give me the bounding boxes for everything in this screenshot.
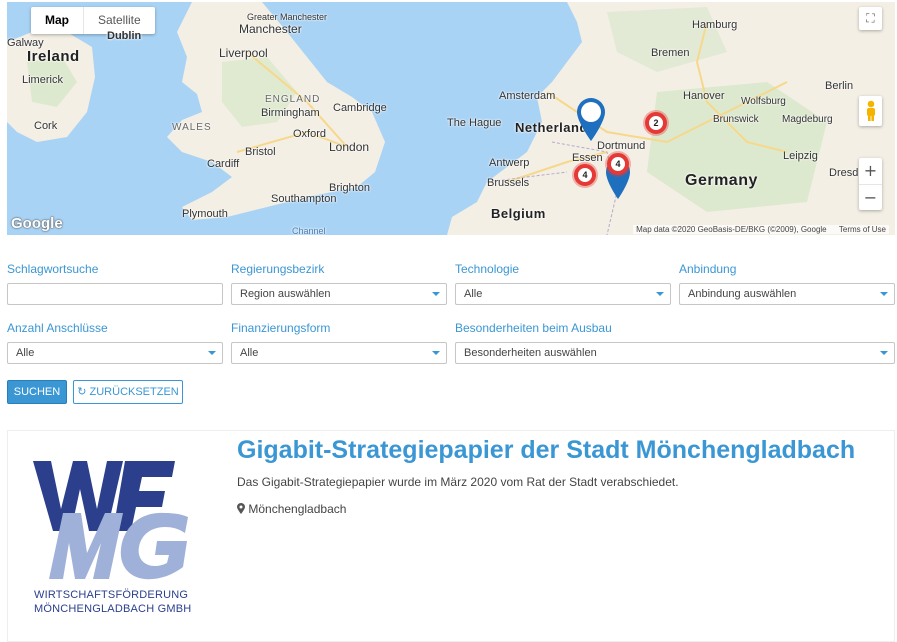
map-label-oxford: Oxford bbox=[293, 128, 327, 140]
cluster-marker-2[interactable]: 2 bbox=[645, 112, 667, 134]
keyword-input[interactable] bbox=[7, 283, 223, 305]
district-select-value: Region auswählen bbox=[240, 288, 331, 300]
keyword-label: Schlagwortsuche bbox=[7, 262, 99, 276]
map-label-southampton: Southampton bbox=[271, 193, 337, 205]
chevron-down-icon bbox=[432, 292, 440, 296]
result-description: Das Gigabit-Strategiepapier wurde im Mär… bbox=[237, 475, 679, 489]
map-label-wolfsburg: Wolfsburg bbox=[741, 96, 786, 107]
logo-line-1: WIRTSCHAFTSFÖRDERUNG bbox=[34, 589, 189, 601]
map-label-plymouth: Plymouth bbox=[182, 208, 228, 220]
technology-select-value: Alle bbox=[464, 288, 483, 300]
map-label-galway: Galway bbox=[7, 37, 44, 49]
fullscreen-button[interactable]: ⛶ bbox=[859, 7, 882, 30]
map-attribution-text: Map data ©2020 GeoBasis-DE/BKG (©2009), … bbox=[636, 225, 827, 234]
reset-button-label: ZURÜCKSETZEN bbox=[89, 386, 179, 398]
chevron-down-icon bbox=[880, 351, 888, 355]
map-view[interactable]: Map Satellite Ireland Galway Dublin Lime… bbox=[7, 2, 895, 235]
map-label-hanover: Hanover bbox=[683, 90, 725, 102]
special-label: Besonderheiten beim Ausbau bbox=[455, 321, 612, 335]
map-label-amsterdam: Amsterdam bbox=[499, 90, 556, 102]
zoom-out-button[interactable]: − bbox=[859, 183, 882, 211]
map-label-brunswick: Brunswick bbox=[713, 114, 759, 125]
technology-select[interactable]: Alle bbox=[455, 283, 671, 305]
map-label-london: London bbox=[329, 140, 370, 154]
search-button[interactable]: SUCHEN bbox=[7, 380, 67, 404]
chevron-down-icon bbox=[656, 292, 664, 296]
map-label-the-hague: The Hague bbox=[447, 117, 502, 129]
cluster-marker-4b[interactable]: 4 bbox=[574, 164, 596, 186]
financing-select[interactable]: Alle bbox=[231, 342, 447, 364]
count-select-value: Alle bbox=[16, 347, 35, 359]
connection-label: Anbindung bbox=[679, 262, 737, 276]
count-label: Anzahl Anschlüsse bbox=[7, 321, 108, 335]
map-label-cambridge: Cambridge bbox=[333, 102, 387, 114]
chevron-down-icon bbox=[432, 351, 440, 355]
district-label: Regierungsbezirk bbox=[231, 262, 325, 276]
map-label-dublin: Dublin bbox=[107, 30, 142, 42]
special-select[interactable]: Besonderheiten auswählen bbox=[455, 342, 895, 364]
count-select[interactable]: Alle bbox=[7, 342, 223, 364]
map-label-liverpool: Liverpool bbox=[219, 46, 268, 60]
zoom-controls: + − bbox=[859, 158, 882, 210]
map-label-magdeburg: Magdeburg bbox=[782, 114, 833, 125]
map-label-belgium: Belgium bbox=[491, 206, 546, 221]
map-type-map-button[interactable]: Map bbox=[31, 7, 83, 34]
map-label-cardiff: Cardiff bbox=[207, 158, 240, 170]
district-select[interactable]: Region auswählen bbox=[231, 283, 447, 305]
cluster-marker-4a[interactable]: 4 bbox=[607, 153, 629, 175]
result-title-link[interactable]: Gigabit-Strategiepapier der Stadt Mönche… bbox=[237, 436, 855, 465]
connection-select[interactable]: Anbindung auswählen bbox=[679, 283, 895, 305]
map-attribution: Map data ©2020 GeoBasis-DE/BKG (©2009), … bbox=[633, 225, 889, 234]
map-label-ireland: Ireland bbox=[27, 48, 80, 65]
map-label-berlin: Berlin bbox=[825, 80, 854, 92]
financing-label: Finanzierungsform bbox=[231, 321, 331, 335]
terms-of-use-link[interactable]: Terms of Use bbox=[839, 225, 886, 234]
financing-select-value: Alle bbox=[240, 347, 259, 359]
chevron-down-icon bbox=[208, 351, 216, 355]
map-label-bremen: Bremen bbox=[651, 47, 690, 59]
reset-button[interactable]: ↻ ZURÜCKSETZEN bbox=[73, 380, 183, 404]
map-label-hamburg: Hamburg bbox=[692, 19, 738, 31]
map-label-england: ENGLAND bbox=[265, 94, 321, 105]
map-label-dresden: Dresd bbox=[829, 167, 859, 179]
map-label-channel: Channel bbox=[292, 226, 326, 235]
connection-select-value: Anbindung auswählen bbox=[688, 288, 797, 300]
map-label-limerick: Limerick bbox=[22, 74, 63, 86]
technology-label: Technologie bbox=[455, 262, 520, 276]
map-label-manchester: Manchester bbox=[239, 22, 302, 36]
result-location-text: Mönchengladbach bbox=[248, 502, 347, 516]
map-label-bristol: Bristol bbox=[245, 146, 276, 158]
special-select-value: Besonderheiten auswählen bbox=[464, 347, 597, 359]
chevron-down-icon bbox=[880, 292, 888, 296]
map-label-birmingham: Birmingham bbox=[261, 107, 320, 119]
street-view-pegman[interactable] bbox=[859, 96, 882, 126]
map-label-germany: Germany bbox=[685, 172, 758, 189]
map-label-antwerp: Antwerp bbox=[489, 157, 530, 169]
map-label-wales: WALES bbox=[172, 122, 212, 133]
map-label-essen: Essen bbox=[572, 152, 603, 164]
map-label-greater-manchester: Greater Manchester bbox=[247, 12, 328, 22]
map-label-cork: Cork bbox=[34, 120, 58, 132]
location-pin-marker[interactable] bbox=[576, 98, 606, 142]
logo-line-2: MÖNCHENGLADBACH GMBH bbox=[34, 603, 192, 615]
pegman-icon bbox=[866, 100, 875, 121]
map-label-leipzig: Leipzig bbox=[783, 150, 818, 162]
fullscreen-icon: ⛶ bbox=[866, 11, 875, 25]
zoom-in-button[interactable]: + bbox=[859, 158, 882, 184]
google-logo: Google bbox=[11, 215, 63, 232]
result-location: Mönchengladbach bbox=[237, 502, 346, 516]
map-marker-icon bbox=[237, 503, 245, 514]
refresh-icon: ↻ bbox=[77, 386, 87, 398]
map-label-brussels: Brussels bbox=[487, 177, 530, 189]
